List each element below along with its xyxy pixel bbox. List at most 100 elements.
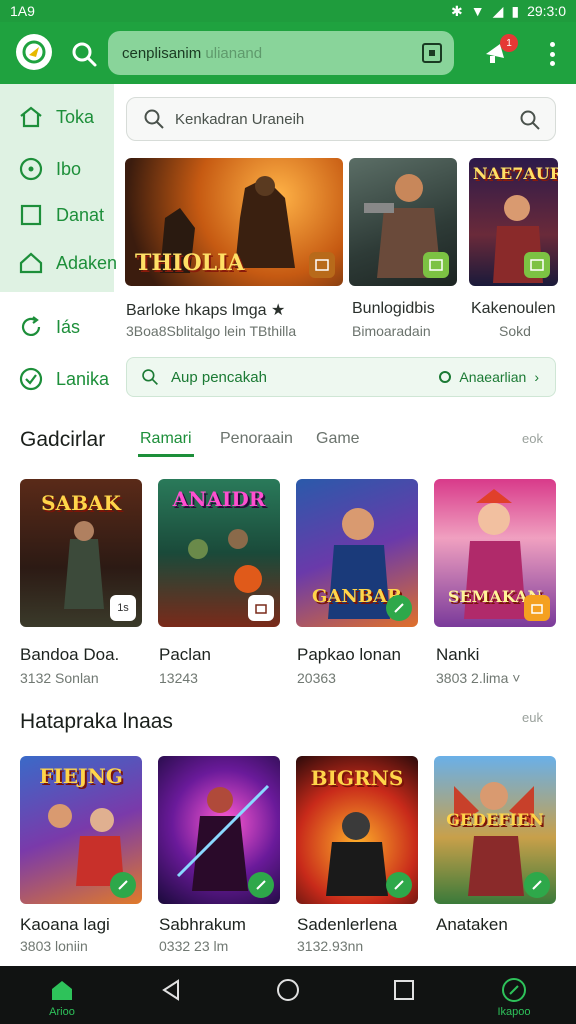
check-circle-icon [19, 367, 43, 391]
back-icon [162, 979, 179, 1001]
section-title: Hatapraka lnaas [20, 710, 173, 733]
recents-icon [394, 980, 414, 1000]
game-card[interactable]: GANBAR [296, 479, 418, 627]
notification-button[interactable]: 1 [482, 34, 518, 70]
sidebar-item-toka[interactable]: Toka [18, 104, 94, 130]
sidebar-item-ias[interactable]: Iás [18, 314, 80, 340]
promo-bar[interactable]: Aup pencakah Anaearlian › [126, 357, 556, 397]
banner-art-title: NAE7AUR [473, 164, 558, 183]
circle-icon [439, 371, 452, 383]
app-search-input[interactable]: cenplisanim ulianand [108, 31, 454, 75]
play-badge-icon [423, 252, 449, 278]
sidebar-item-label: Toka [56, 106, 95, 127]
banner-card-1[interactable]: THIOLIA [125, 158, 343, 286]
play-badge-icon [386, 595, 412, 621]
banner-title: Bunlogidbis [352, 300, 435, 317]
nav-home-label: Arioo [49, 1006, 75, 1018]
banner-card-2[interactable] [349, 158, 457, 286]
game-card[interactable]: GEDEFIEN [434, 756, 556, 904]
game-card[interactable]: SEMAKAN [434, 479, 556, 627]
game-card[interactable] [158, 756, 280, 904]
home-icon [52, 981, 72, 1000]
chevron-right-icon: › [534, 369, 539, 385]
game-card[interactable]: SABAK 1s [20, 479, 142, 627]
nav-back[interactable] [142, 976, 202, 1022]
banner-card-3[interactable]: NAE7AUR [469, 158, 558, 286]
card-title: Sabhrakum [159, 915, 246, 934]
card-subtitle: 3132 Sonlan [20, 670, 99, 686]
sidebar-item-label: Adaken [56, 252, 118, 273]
sidebar-item-label: Danat [56, 204, 105, 225]
qr-scan-icon[interactable] [422, 43, 442, 63]
app-search-placeholder: ulianand [205, 44, 263, 62]
app-bar: cenplisanim ulianand 1 [0, 22, 576, 84]
nav-home[interactable]: Arioo [32, 976, 92, 1022]
status-icons: ✱ ▼ ◢ ▮ 29:3:0 [451, 3, 566, 20]
play-badge-icon [524, 252, 550, 278]
battery-icon: ▮ [511, 2, 520, 19]
sidebar-item-label: Lanika [56, 368, 110, 389]
card-subtitle: 3803 loniin [20, 938, 88, 954]
play-badge-icon [524, 872, 550, 898]
status-time: 1A9 [10, 3, 35, 19]
card-art-title: GEDEFIEN [446, 810, 544, 829]
tab-game[interactable]: Game [316, 430, 360, 448]
house-icon [19, 252, 43, 274]
sidebar-item-adaken[interactable]: Adaken [18, 250, 117, 276]
tab-underline [138, 454, 194, 457]
search-submit-icon[interactable] [519, 109, 541, 131]
bottom-navigation: Arioo Ikapoo [0, 966, 576, 1024]
square-icon [20, 204, 42, 226]
nav-home-system[interactable] [258, 976, 318, 1022]
card-subtitle: 0332 23 lm [159, 938, 229, 954]
status-clock: 29:3:0 [527, 3, 566, 19]
bluetooth-icon: ✱ [450, 2, 463, 19]
see-more-link[interactable]: euk [522, 710, 543, 725]
tab-penoraain[interactable]: Penoraain [220, 430, 293, 448]
card-subtitle: 20363 [297, 670, 336, 686]
overflow-menu-icon[interactable] [544, 40, 560, 68]
card-title: Paclan [159, 645, 211, 664]
status-bar: 1A9 ✱ ▼ ◢ ▮ 29:3:0 [0, 0, 576, 22]
play-badge-icon [248, 872, 274, 898]
signal-icon: ◢ [492, 2, 504, 19]
play-badge-icon [386, 872, 412, 898]
see-more-link[interactable]: eok [522, 431, 543, 446]
sidebar-item-danat[interactable]: Danat [18, 202, 104, 228]
sidebar-item-label: Ibo [56, 158, 82, 179]
promo-action-label: Anaearlian [459, 369, 527, 385]
wifi-icon: ▼ [470, 3, 485, 19]
card-subtitle: 13243 [159, 670, 198, 686]
card-title: Kaoana lagi [20, 915, 110, 934]
target-icon [19, 157, 43, 181]
banner-subtitle: Bimoaradain [352, 323, 431, 339]
tab-ramari[interactable]: Ramari [140, 430, 192, 448]
main-search-input[interactable]: Kenkadran Uraneih [126, 97, 556, 141]
search-icon [144, 109, 164, 129]
banner-subtitle: Sokd [499, 323, 531, 339]
card-title: Anataken [436, 915, 508, 934]
game-card[interactable]: ANAIDR [158, 479, 280, 627]
promo-action-link[interactable]: Anaearlian › [439, 369, 539, 385]
app-logo-icon[interactable] [16, 34, 52, 70]
circle-home-icon [277, 979, 299, 1001]
sidebar-item-ibo[interactable]: Ibo [18, 156, 81, 182]
game-card[interactable]: FIEJNG [20, 756, 142, 904]
app-search-value: cenplisanim [122, 44, 202, 62]
nav-profile[interactable]: Ikapoo [484, 976, 544, 1022]
section-title: Gadcirlar [20, 428, 106, 451]
banner-art-title: THIOLIA [135, 250, 245, 276]
nav-recents[interactable] [374, 976, 434, 1022]
card-subtitle: 3803 2.lima ˅ [436, 670, 521, 686]
bag-icon [248, 595, 274, 621]
card-title: Nanki [436, 645, 480, 664]
banner-title: Barloke hkaps lmga ★ [126, 302, 286, 319]
game-card[interactable]: BIGRNS [296, 756, 418, 904]
main-search-placeholder: Kenkadran Uraneih [175, 110, 305, 128]
sidebar: Toka Ibo Danat Adaken Iás Lanika [0, 84, 117, 400]
sidebar-item-lanika[interactable]: Lanika [18, 366, 109, 392]
home-icon [20, 106, 42, 128]
search-icon[interactable] [70, 40, 98, 68]
sidebar-item-label: Iás [56, 316, 81, 337]
card-subtitle: 3132.93nn [297, 938, 364, 954]
